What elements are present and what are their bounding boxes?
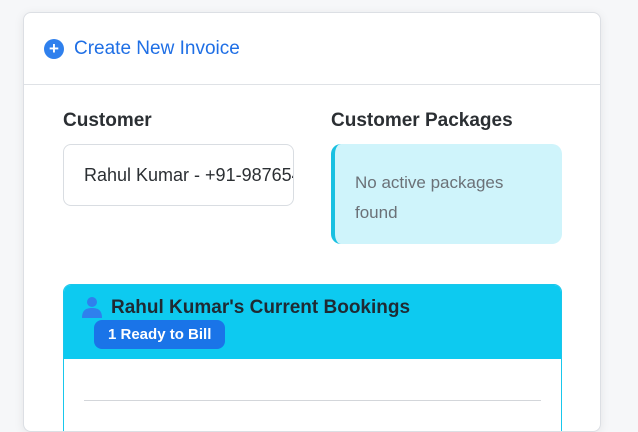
divider [84,400,541,401]
packages-label: Customer Packages [331,110,513,131]
customer-select[interactable]: Rahul Kumar - +91-9876543210 [63,144,294,206]
customer-select-value: Rahul Kumar - +91-9876543210 [84,164,293,185]
bookings-header: Rahul Kumar's Current Bookings 1 Ready t… [64,285,561,359]
current-bookings-panel: Rahul Kumar's Current Bookings 1 Ready t… [63,284,562,431]
create-invoice-card: + Create New Invoice Customer Rahul Kuma… [23,12,601,432]
card-header: + Create New Invoice [24,13,600,85]
bookings-title: Rahul Kumar's Current Bookings [111,297,411,318]
packages-alert: No active packages found [331,144,562,244]
customer-label: Customer [63,110,152,131]
ready-to-bill-badge[interactable]: 1 Ready to Bill [94,320,226,349]
packages-empty-message: No active packages found [355,173,504,222]
plus-circle-icon: + [44,38,64,59]
card-title: Create New Invoice [74,37,240,59]
person-icon [82,297,102,318]
